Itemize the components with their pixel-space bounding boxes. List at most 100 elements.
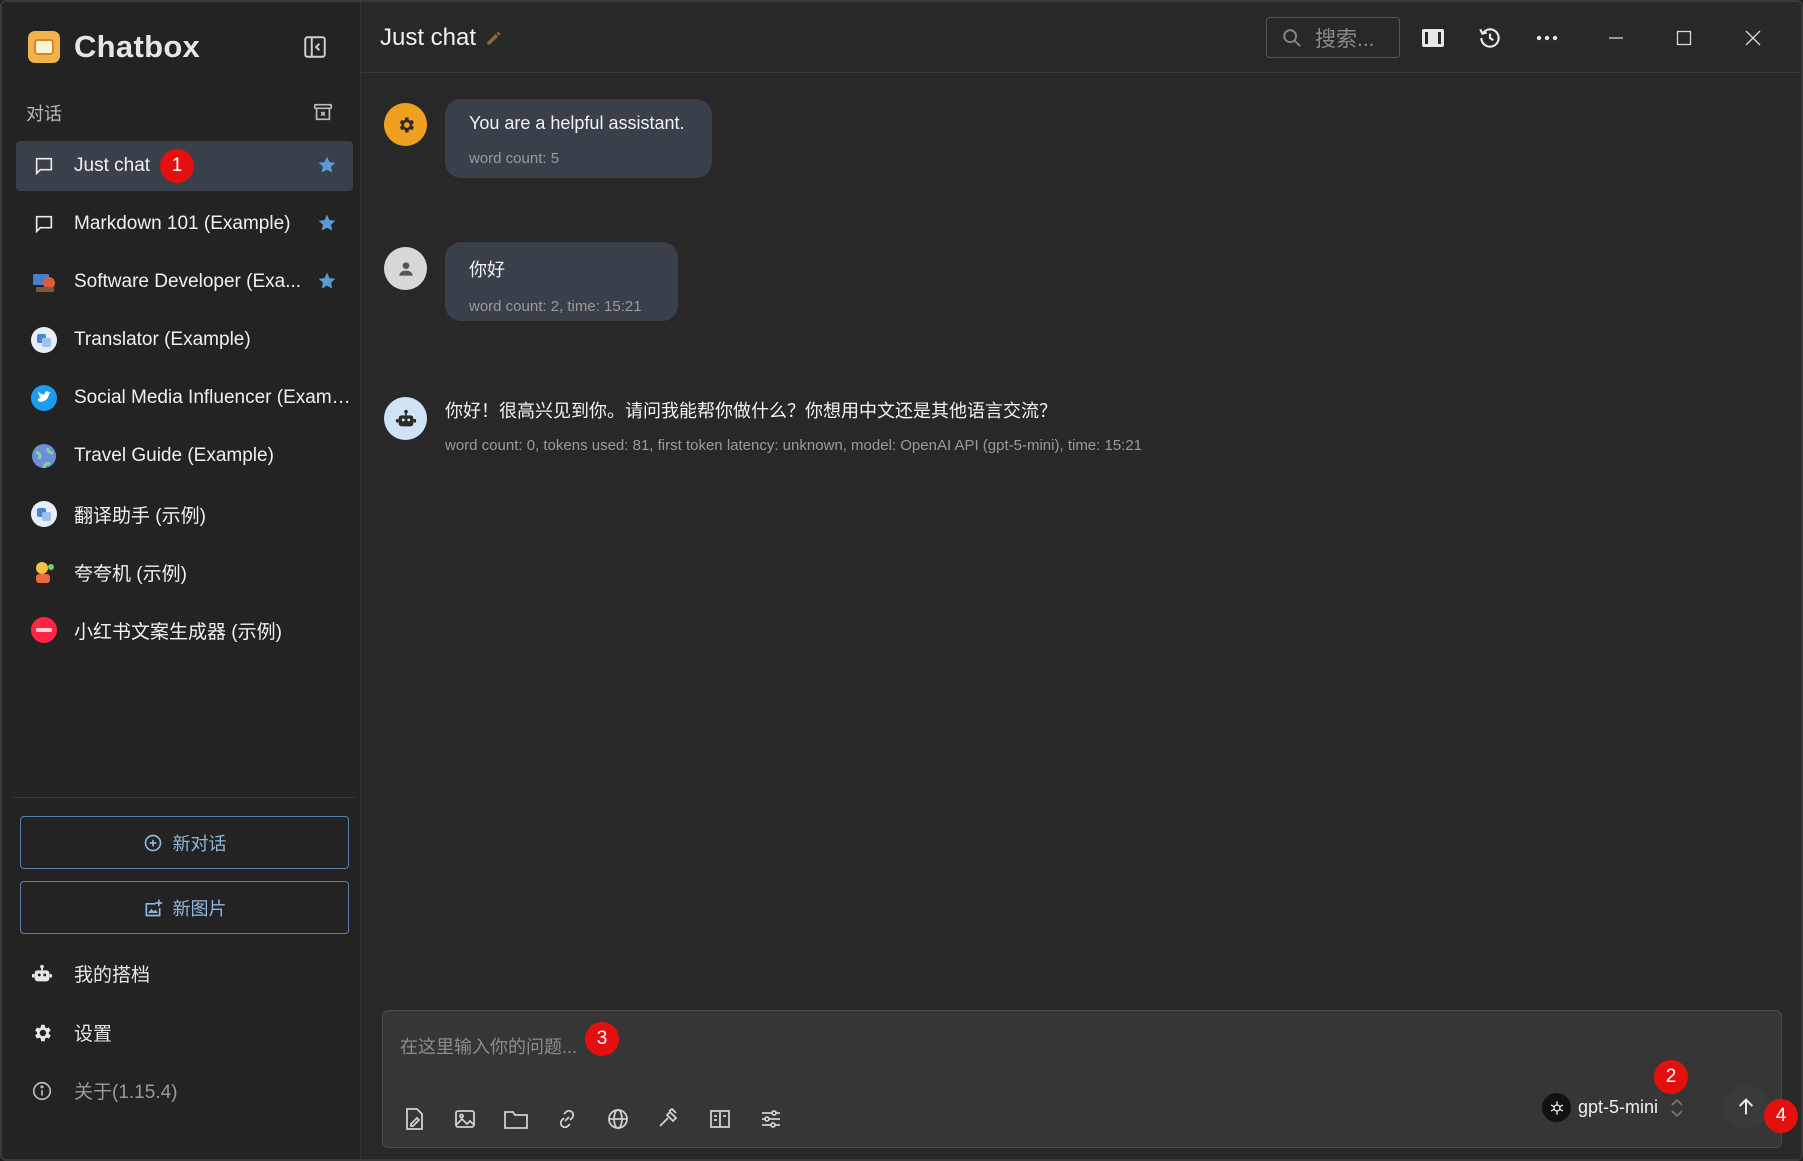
toggle-panel-button[interactable] bbox=[1417, 22, 1449, 54]
conversation-label: Social Media Influencer (Examp... bbox=[74, 387, 353, 408]
attach-file-button[interactable] bbox=[399, 1104, 429, 1134]
search-icon bbox=[1281, 27, 1303, 49]
plus-circle-icon bbox=[143, 833, 163, 853]
maximize-window-button[interactable] bbox=[1668, 22, 1700, 54]
robot-icon bbox=[30, 962, 54, 986]
conversation-item-translation-assistant[interactable]: 翻译助手 (示例) bbox=[16, 489, 353, 539]
chatbox-logo-icon bbox=[28, 31, 60, 63]
conversation-item-xiaohongshu-generator[interactable]: 小红书文案生成器 (示例) bbox=[16, 605, 353, 655]
sidebar-collapse-icon bbox=[304, 36, 326, 58]
about-link[interactable]: 关于(1.15.4) bbox=[30, 1077, 177, 1104]
annotation-badge-1: 1 bbox=[160, 149, 194, 183]
translator-avatar-icon bbox=[30, 326, 58, 354]
top-bar: Just chat 搜索... bbox=[361, 2, 1801, 73]
conversation-label: 翻译助手 (示例) bbox=[74, 505, 206, 527]
message-input[interactable]: 在这里输入你的问题... bbox=[400, 1033, 577, 1059]
minimize-window-button[interactable] bbox=[1600, 22, 1632, 54]
folder-icon bbox=[504, 1111, 528, 1129]
star-icon[interactable] bbox=[317, 271, 337, 291]
search-input[interactable]: 搜索... bbox=[1266, 17, 1400, 58]
brand: Chatbox bbox=[28, 28, 200, 66]
chat-title: Just chat bbox=[380, 24, 504, 52]
model-selector[interactable]: gpt-5-mini bbox=[1542, 1093, 1684, 1122]
conversation-item-translator[interactable]: Translator (Example) bbox=[16, 315, 353, 365]
robot-icon bbox=[395, 409, 416, 426]
user-message-bubble: 你好 word count: 2, time: 15:21 bbox=[445, 242, 678, 321]
about-label: 关于(1.15.4) bbox=[74, 1082, 178, 1103]
settings-label: 设置 bbox=[74, 1024, 113, 1045]
annotation-badge-2: 2 bbox=[1654, 1060, 1688, 1094]
star-icon[interactable] bbox=[317, 213, 337, 233]
message-meta: word count: 0, tokens used: 81, first to… bbox=[445, 437, 1143, 454]
chevron-up-down-icon bbox=[1670, 1096, 1684, 1120]
conversation-label: Software Developer (Exa... bbox=[74, 271, 302, 292]
settings-link[interactable]: 设置 bbox=[30, 1019, 112, 1046]
message-composer[interactable]: 在这里输入你的问题... gpt-5-mini 3 bbox=[382, 1010, 1782, 1148]
conversations-section-label: 对话 bbox=[26, 104, 62, 124]
attach-folder-button[interactable] bbox=[501, 1104, 531, 1134]
globe-icon bbox=[608, 1109, 628, 1129]
clear-conversations-button[interactable] bbox=[308, 98, 338, 126]
conversation-item-travel-guide[interactable]: Travel Guide (Example) bbox=[16, 431, 353, 481]
message-text: 你好 bbox=[469, 260, 505, 280]
message-meta: word count: 2, time: 15:21 bbox=[469, 298, 642, 315]
system-message-bubble: You are a helpful assistant. word count:… bbox=[445, 99, 712, 178]
chat-bubble-icon bbox=[30, 152, 58, 180]
chat-settings-button[interactable] bbox=[756, 1104, 786, 1134]
new-image-button[interactable]: 新图片 bbox=[20, 881, 349, 934]
search-placeholder: 搜索... bbox=[1315, 27, 1375, 51]
openai-logo-icon bbox=[1542, 1093, 1571, 1122]
close-window-button[interactable] bbox=[1737, 22, 1769, 54]
conversation-list: Just chat Markdown 101 (Example) Softwar… bbox=[16, 141, 353, 663]
close-icon bbox=[1745, 30, 1761, 46]
new-chat-label: 新对话 bbox=[172, 833, 227, 854]
new-image-label: 新图片 bbox=[172, 898, 227, 919]
book-icon bbox=[710, 1110, 730, 1128]
image-icon bbox=[455, 1110, 475, 1128]
user-avatar bbox=[384, 247, 427, 290]
app-window: Chatbox 对话 Just chat Markdown 101 (Examp… bbox=[0, 0, 1803, 1161]
maximize-icon bbox=[1676, 30, 1692, 46]
conversation-label: 小红书文案生成器 (示例) bbox=[74, 621, 282, 643]
add-photo-icon bbox=[143, 898, 163, 918]
edit-title-icon[interactable] bbox=[484, 28, 504, 48]
knowledge-base-button[interactable] bbox=[705, 1104, 735, 1134]
conversation-item-praise-bot[interactable]: 夸夸机 (示例) bbox=[16, 547, 353, 597]
history-button[interactable] bbox=[1474, 22, 1506, 54]
new-chat-button[interactable]: 新对话 bbox=[20, 816, 349, 869]
developer-avatar-icon bbox=[30, 268, 58, 296]
send-button[interactable] bbox=[1724, 1085, 1768, 1129]
conversation-item-markdown-101[interactable]: Markdown 101 (Example) bbox=[16, 199, 353, 249]
assistant-message: 你好！很高兴见到你。请问我能帮你做什么？你想用中文还是其他语言交流？ word … bbox=[445, 397, 1142, 454]
message-meta: word count: 5 bbox=[469, 150, 560, 167]
chat-title-text: Just chat bbox=[380, 24, 477, 51]
more-options-button[interactable] bbox=[1531, 22, 1563, 54]
gear-icon bbox=[30, 1021, 54, 1045]
file-edit-icon bbox=[406, 1108, 423, 1130]
annotation-badge-3: 3 bbox=[585, 1022, 619, 1056]
app-title: Chatbox bbox=[74, 29, 201, 64]
tools-button[interactable] bbox=[654, 1104, 684, 1134]
conversation-item-software-developer[interactable]: Software Developer (Exa... bbox=[16, 257, 353, 307]
star-icon[interactable] bbox=[317, 155, 337, 175]
person-icon bbox=[398, 261, 413, 276]
arrow-up-icon bbox=[1738, 1098, 1754, 1115]
collapse-sidebar-button[interactable] bbox=[298, 30, 332, 64]
web-search-button[interactable] bbox=[603, 1104, 633, 1134]
attach-image-button[interactable] bbox=[450, 1104, 480, 1134]
attach-link-button[interactable] bbox=[552, 1104, 582, 1134]
globe-avatar-icon bbox=[30, 442, 58, 470]
history-icon bbox=[1479, 28, 1500, 48]
annotation-badge-4: 4 bbox=[1764, 1099, 1798, 1133]
conversation-item-social-media-influencer[interactable]: Social Media Influencer (Examp... bbox=[16, 373, 353, 423]
link-icon bbox=[559, 1109, 575, 1129]
my-copilots-link[interactable]: 我的搭档 bbox=[30, 960, 150, 987]
sidebar: Chatbox 对话 Just chat Markdown 101 (Examp… bbox=[2, 2, 361, 1159]
model-name: gpt-5-mini bbox=[1578, 1097, 1659, 1117]
system-avatar bbox=[384, 103, 427, 146]
message-text: You are a helpful assistant. bbox=[469, 113, 685, 133]
chat-bubble-icon bbox=[30, 210, 58, 238]
assistant-avatar bbox=[384, 397, 427, 440]
archive-icon bbox=[313, 103, 333, 121]
translator-avatar-icon bbox=[30, 500, 58, 528]
